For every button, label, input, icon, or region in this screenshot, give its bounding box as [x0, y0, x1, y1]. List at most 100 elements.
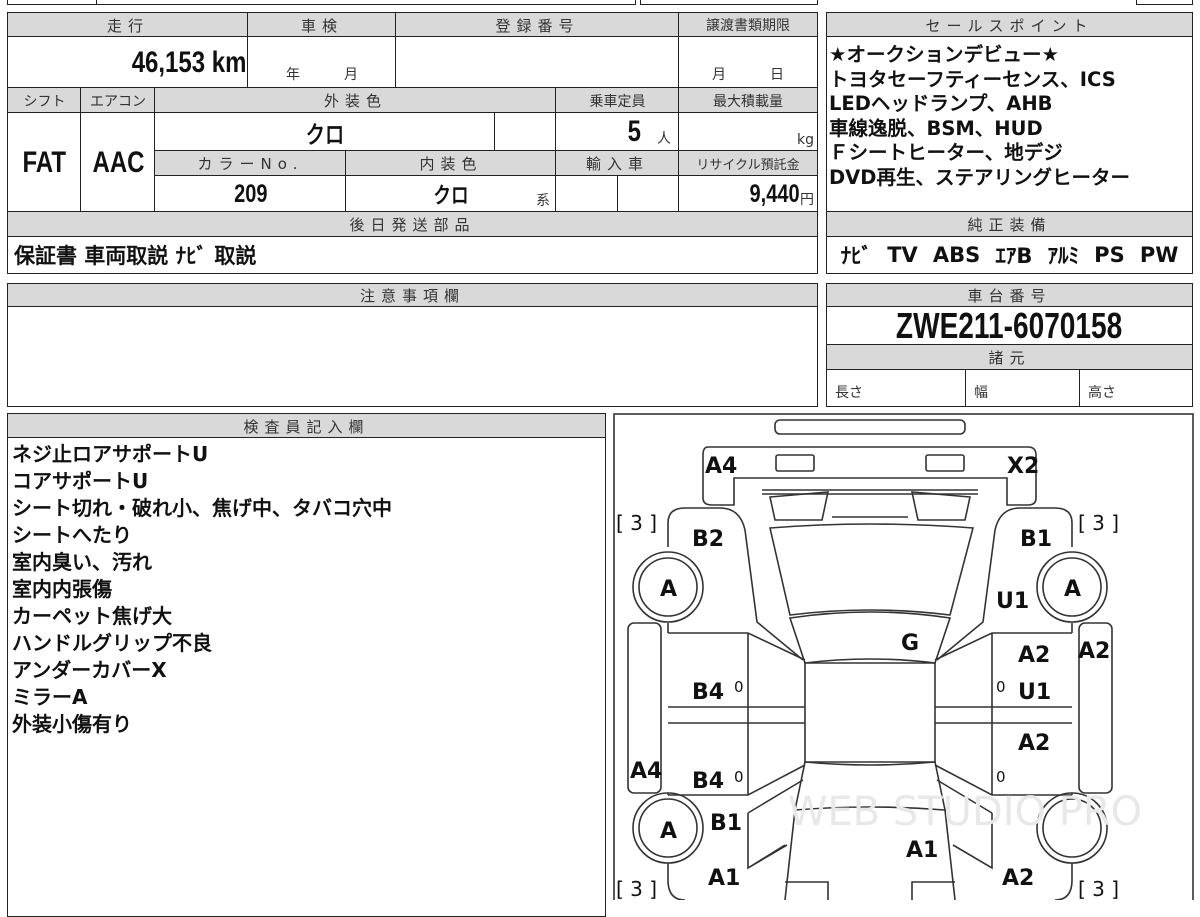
inspector-line: 外装小傷有り — [12, 712, 132, 736]
ext-color-value: クロ — [154, 112, 496, 152]
zero-mark: 0 — [734, 678, 744, 696]
recycle-value: 9,440 円 — [678, 175, 818, 213]
tread-depth-bracket: [ 3 ] — [616, 877, 657, 900]
registration-value — [395, 36, 680, 89]
zero-mark: 0 — [996, 768, 1006, 786]
inspector-line: シートへたり — [12, 523, 132, 547]
recycle-header: リサイクル預託金 — [678, 150, 818, 177]
sales-line: トヨタセーフティーセンス、ICS — [829, 67, 1116, 91]
damage-label: B1 — [710, 811, 742, 836]
spec-header: 諸元 — [826, 344, 1193, 371]
color-no-header: カラーNo. — [154, 150, 347, 177]
equipment-item: ｴｱB — [995, 244, 1033, 268]
notes-header: 注意事項欄 — [7, 283, 818, 308]
spec-width: 幅 — [965, 369, 1081, 407]
ac-header: エアコン — [80, 87, 156, 114]
inspector-line: カーペット焦げ大 — [12, 604, 172, 628]
tread-depth-bracket: [ 3 ] — [616, 511, 657, 535]
ext-color-header: 外装色 — [154, 87, 557, 114]
color-no-value: 209 — [154, 175, 347, 213]
sales-line: ★オークションデビュー★ — [829, 43, 1059, 66]
damage-label: B2 — [692, 527, 724, 552]
inspector-line: ハンドルグリップ不良 — [12, 631, 212, 655]
notes-body — [7, 306, 818, 407]
shift-value: FAT — [7, 112, 82, 213]
equipment-item: PS — [1094, 243, 1125, 267]
watermark: WEB STUDIO PRO — [788, 789, 1142, 835]
damage-label: A2 — [1018, 643, 1050, 668]
sales-line: Ｆシートヒーター、地デジ — [829, 141, 1063, 164]
registration-header: 登録番号 — [395, 12, 680, 38]
shaken-value: 年月 — [247, 36, 397, 89]
damage-label: A4 — [705, 454, 737, 479]
equipment-item: ﾅﾋﾞ — [840, 244, 873, 268]
damage-label: A1 — [906, 838, 938, 863]
tire-label: A — [1064, 577, 1081, 602]
damage-label: B4 — [692, 680, 724, 705]
load-value: kg — [678, 112, 818, 152]
spec-height: 高さ — [1079, 369, 1193, 407]
damage-label: X2 — [1007, 454, 1039, 479]
damage-label: B1 — [1020, 527, 1052, 552]
later-parts-value: 保証書 車両取説 ﾅﾋﾞ 取説 — [7, 236, 818, 274]
damage-label: B4 — [692, 769, 724, 794]
transfer-value: 月日 — [678, 36, 818, 89]
chassis-number: ZWE211-6070158 — [826, 306, 1193, 346]
inspector-notes: ネジ止ロアサポートU コアサポートU シート切れ・破れ小、焦げ中、タバコ穴中 シ… — [12, 441, 392, 738]
ext-color-extra — [494, 112, 557, 152]
int-color-value: クロ系 — [345, 175, 557, 213]
zero-mark: 0 — [996, 678, 1006, 696]
damage-label: U1 — [1018, 680, 1051, 705]
int-color-header: 内装色 — [345, 150, 557, 177]
spec-length: 長さ — [826, 369, 967, 407]
equipment-header: 純正装備 — [826, 211, 1193, 238]
mileage-value: 46,153 km — [7, 36, 249, 89]
cropped-cell — [640, 0, 818, 5]
damage-label: A4 — [630, 759, 662, 784]
damage-label: G — [901, 631, 919, 656]
sales-line: DVD再生、ステアリングヒーター — [829, 165, 1130, 189]
sales-header: セールスポイント — [826, 12, 1193, 38]
equipment-item: PW — [1139, 243, 1179, 267]
tread-depth-bracket: [ 3 ] — [1078, 511, 1119, 535]
ac-value: AAC — [80, 112, 156, 213]
tire-label: A — [660, 577, 677, 602]
inspector-line: 室内内張傷 — [12, 577, 112, 601]
cropped-cell — [96, 0, 636, 5]
capacity-header: 乗車定員 — [555, 87, 680, 114]
car-damage-diagram: WEB STUDIO PRO A4 X2 B2 B1 A A U1 G A2 A… — [613, 413, 1194, 900]
cropped-cell — [1136, 0, 1193, 5]
equipment-item: TV — [887, 243, 918, 267]
damage-label: A2 — [1078, 639, 1110, 664]
inspector-line: ミラーA — [12, 685, 88, 709]
inspector-line: シート切れ・破れ小、焦げ中、タバコ穴中 — [12, 496, 392, 520]
equipment-item: ABS — [932, 243, 981, 267]
equipment-item: ｱﾙﾐ — [1047, 244, 1080, 268]
import-value-2 — [617, 175, 680, 213]
damage-label: U1 — [996, 589, 1029, 614]
shift-header: シフト — [7, 87, 82, 114]
transfer-header: 譲渡書類期限 — [678, 12, 818, 38]
tread-depth-bracket: [ 3 ] — [1078, 877, 1119, 900]
mileage-header: 走行 — [7, 12, 249, 38]
import-header: 輸入車 — [555, 150, 680, 177]
damage-label: A2 — [1002, 866, 1034, 891]
inspector-line: コアサポートU — [12, 469, 149, 493]
inspector-line: ネジ止ロアサポートU — [12, 442, 209, 466]
load-header: 最大積載量 — [678, 87, 818, 114]
zero-mark: 0 — [734, 768, 744, 786]
damage-label: A1 — [708, 866, 740, 891]
sales-points: ★オークションデビュー★ トヨタセーフティーセンス、ICS LEDヘッドランプ、… — [826, 36, 1193, 213]
import-value-1 — [555, 175, 619, 213]
equipment-list: ﾅﾋﾞ TV ABS ｴｱB ｱﾙﾐ PS PW — [826, 236, 1193, 274]
damage-label: A2 — [1018, 731, 1050, 756]
tire-label: A — [660, 819, 677, 844]
later-parts-header: 後日発送部品 — [7, 211, 818, 238]
capacity-value: 5人 — [555, 112, 680, 152]
inspector-line: 室内臭い、汚れ — [12, 550, 152, 574]
chassis-header: 車台番号 — [826, 283, 1193, 308]
inspector-header: 検査員記入欄 — [7, 413, 606, 439]
inspector-line: アンダーカバーX — [12, 658, 167, 682]
shaken-header: 車検 — [247, 12, 397, 38]
sales-line: 車線逸脱、BSM、HUD — [829, 116, 1043, 140]
